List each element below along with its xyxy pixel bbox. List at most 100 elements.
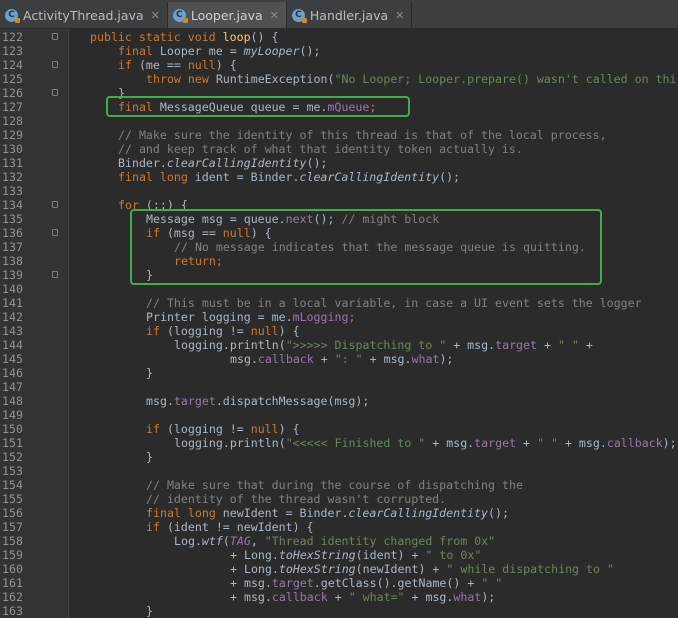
line-number: 128 <box>2 114 23 128</box>
code-token: null <box>222 226 251 240</box>
code-line[interactable]: 156 final long newIdent = Binder.clearCal… <box>0 506 678 520</box>
fold-marker-icon[interactable] <box>52 33 58 40</box>
line-number: 147 <box>2 380 23 394</box>
line-number: 144 <box>2 338 23 352</box>
code-line[interactable]: 151 logging.println("<<<<< Finished to " … <box>0 436 678 450</box>
code-text: } <box>146 450 153 464</box>
code-token: RuntimeException( <box>215 72 335 86</box>
code-text: if (logging != null) { <box>146 324 300 338</box>
line-number: 139 <box>2 268 23 282</box>
code-token: return; <box>174 254 223 268</box>
code-line[interactable]: 160 + Long.toHexString(newIdent) + " whil… <box>0 562 678 576</box>
fold-marker-icon[interactable] <box>52 229 58 236</box>
code-editor[interactable]: 122 public static void loop() {123 final L… <box>0 29 678 618</box>
code-token: // identity of the thread wasn't corrupt… <box>146 492 447 506</box>
line-number: 149 <box>2 408 23 422</box>
code-token: ) { <box>278 422 300 436</box>
code-line[interactable]: 159 + Long.toHexString(ident) + " to 0x" <box>0 548 678 562</box>
code-line[interactable]: 154 // Make sure that during the course o… <box>0 478 678 492</box>
code-line[interactable]: 136 if (msg == null) { <box>0 226 678 240</box>
code-token: " " <box>481 576 503 590</box>
code-token: msg. <box>146 394 174 408</box>
line-number: 126 <box>2 86 23 100</box>
code-token: throw new <box>146 72 216 86</box>
code-text: if (me == null) { <box>118 58 237 72</box>
code-line[interactable]: 139} <box>0 268 678 282</box>
code-line[interactable]: 148 msg.target.dispatchMessage(msg); <box>0 394 678 408</box>
line-number: 124 <box>2 58 23 72</box>
code-token: "Thread identity changed from 0x" <box>264 534 496 548</box>
fold-marker-icon[interactable] <box>52 61 58 68</box>
code-line[interactable]: 150 if (logging != null) { <box>0 422 678 436</box>
code-line[interactable]: 153 <box>0 464 678 478</box>
line-number: 153 <box>2 464 23 478</box>
close-icon[interactable]: ✕ <box>395 9 404 22</box>
code-line[interactable]: 162 + msg.callback + " what=" + msg.what)… <box>0 590 678 604</box>
code-line[interactable]: 122 public static void loop() { <box>0 30 678 44</box>
code-line[interactable]: 140 <box>0 282 678 296</box>
code-text: logging.println(">>>>> Dispatching to " … <box>174 338 593 352</box>
code-token: loop <box>222 30 251 44</box>
fold-marker-icon[interactable] <box>52 271 58 278</box>
code-token: .getClass().getName() + <box>313 576 482 590</box>
code-token: myLooper <box>243 44 300 58</box>
code-token: "<<<<< Finished to " <box>285 436 433 450</box>
line-number: 141 <box>2 296 23 310</box>
code-line[interactable]: 133 <box>0 184 678 198</box>
close-icon[interactable]: ✕ <box>151 9 160 22</box>
line-number: 136 <box>2 226 23 240</box>
code-token: wtf <box>201 534 223 548</box>
code-token: (ident != newIdent) { <box>166 520 314 534</box>
line-number: 135 <box>2 212 23 226</box>
fold-marker-icon[interactable] <box>52 89 58 96</box>
code-line[interactable]: 131 Binder.clearCallingIdentity(); <box>0 156 678 170</box>
code-text: msg.target.dispatchMessage(msg); <box>146 394 369 408</box>
code-line[interactable]: 125 throw new RuntimeException("No Looper… <box>0 72 678 86</box>
code-line[interactable]: 132 final long ident = Binder.clearCallin… <box>0 170 678 184</box>
tab-activitythread[interactable]: C ActivityThread.java ✕ <box>0 2 168 28</box>
code-text: throw new RuntimeException("No Looper; L… <box>146 72 677 86</box>
code-text: final MessageQueue queue = me.mQueue; <box>118 100 376 114</box>
code-line[interactable]: 137 // No message indicates that the mess… <box>0 240 678 254</box>
code-line[interactable]: 128 <box>0 114 678 128</box>
code-line[interactable]: 143 if (logging != null) { <box>0 324 678 338</box>
code-line[interactable]: 124 if (me == null) { <box>0 58 678 72</box>
code-line[interactable]: 126} <box>0 86 678 100</box>
code-line[interactable]: 127 final MessageQueue queue = me.mQueue; <box>0 100 678 114</box>
code-line[interactable]: 161 + msg.target.getClass().getName() + "… <box>0 576 678 590</box>
tab-looper[interactable]: C Looper.java ✕ <box>167 2 287 28</box>
code-line[interactable]: 147 <box>0 380 678 394</box>
code-line[interactable]: 158 Log.wtf(TAG, "Thread identity changed… <box>0 534 678 548</box>
code-line[interactable]: 141 // This must be in a local variable, … <box>0 296 678 310</box>
code-line[interactable]: 138 return; <box>0 254 678 268</box>
code-token: if <box>118 58 139 72</box>
code-line[interactable]: 146} <box>0 366 678 380</box>
code-line[interactable]: 157 if (ident != newIdent) { <box>0 520 678 534</box>
code-line[interactable]: 155 // identity of the thread wasn't corr… <box>0 492 678 506</box>
code-token: + msg. <box>432 436 475 450</box>
code-line[interactable]: 135 Message msg = queue.next(); // might … <box>0 212 678 226</box>
code-line[interactable]: 142 Printer logging = me.mLogging; <box>0 310 678 324</box>
code-token: (); <box>439 170 461 184</box>
code-token: ; <box>369 100 377 114</box>
code-line[interactable]: 134 for (;;) { <box>0 198 678 212</box>
line-number: 150 <box>2 422 23 436</box>
code-line[interactable]: 163} <box>0 604 678 618</box>
code-token: callback <box>271 590 328 604</box>
tab-handler[interactable]: C Handler.java ✕ <box>287 2 413 28</box>
code-line[interactable]: 123 final Looper me = myLooper(); <box>0 44 678 58</box>
line-number: 152 <box>2 450 23 464</box>
code-line[interactable]: 149 <box>0 408 678 422</box>
code-token: (); <box>306 156 328 170</box>
code-line[interactable]: 145 msg.callback + ": " + msg.what); <box>0 352 678 366</box>
code-text: Log.wtf(TAG, "Thread identity changed fr… <box>174 534 495 548</box>
fold-marker-icon[interactable] <box>52 201 58 208</box>
code-line[interactable]: 144 logging.println(">>>>> Dispatching to… <box>0 338 678 352</box>
code-text: if (ident != newIdent) { <box>146 520 314 534</box>
code-line[interactable]: 129 // Make sure the identity of this thr… <box>0 128 678 142</box>
code-token: newIdent = Binder. <box>222 506 349 520</box>
code-line[interactable]: 152} <box>0 450 678 464</box>
code-line[interactable]: 130 // and keep track of what that identi… <box>0 142 678 156</box>
close-icon[interactable]: ✕ <box>270 9 279 22</box>
code-token: final <box>118 44 160 58</box>
